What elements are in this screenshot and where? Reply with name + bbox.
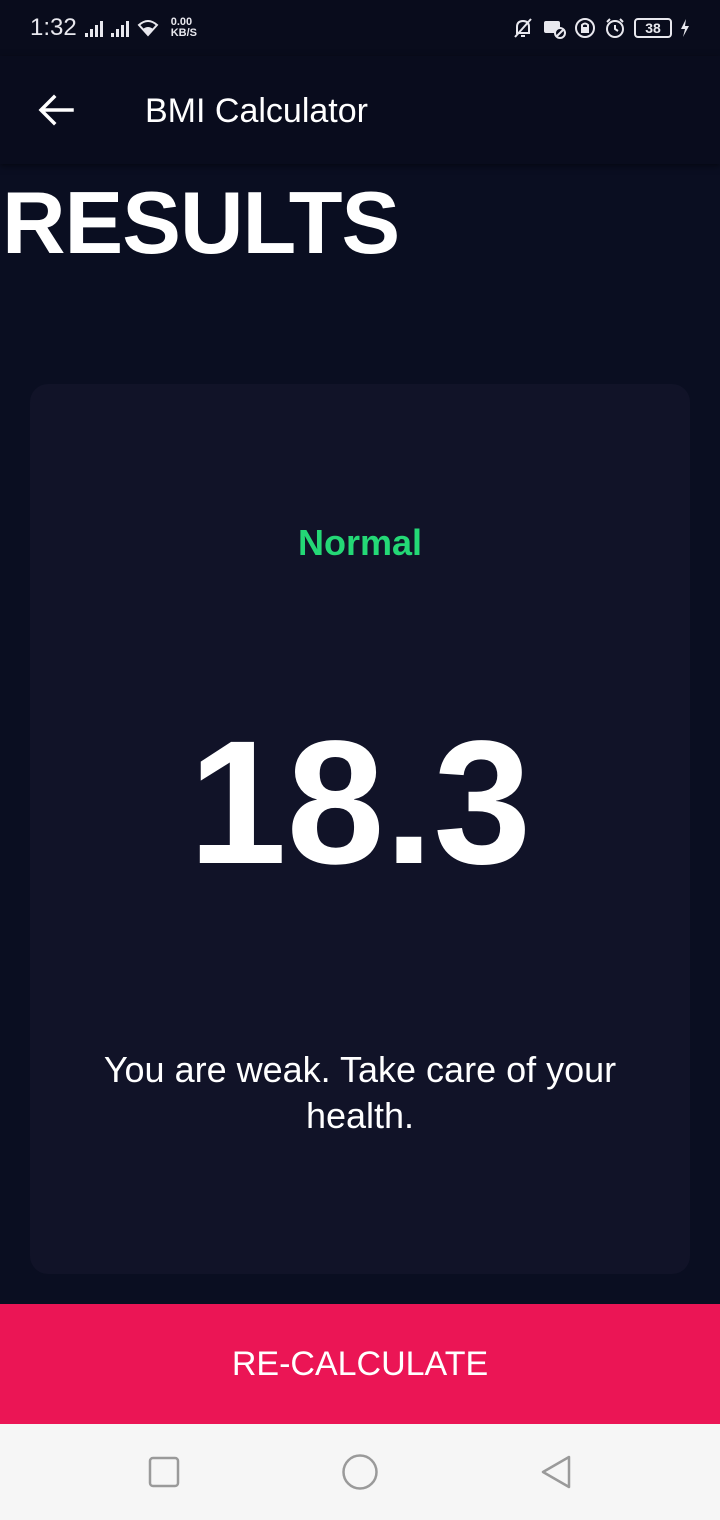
square-icon — [148, 1456, 180, 1488]
alarm-icon — [606, 18, 624, 38]
app-title: BMI Calculator — [145, 92, 368, 130]
recent-apps-button[interactable] — [144, 1452, 184, 1492]
triangle-back-icon — [541, 1455, 571, 1489]
wifi-icon — [137, 20, 159, 37]
circle-icon — [342, 1454, 378, 1490]
bmi-value: 18.3 — [188, 705, 532, 901]
bmi-status: Normal — [297, 522, 423, 563]
lock-rotation-icon — [575, 18, 595, 38]
bell-off-icon — [514, 18, 532, 38]
home-button[interactable] — [340, 1452, 380, 1492]
battery-icon: 38 — [634, 18, 672, 38]
status-right: 38 — [512, 17, 690, 39]
recalculate-label: RE-CALCULATE — [231, 1344, 489, 1383]
status-bar: 1:32 0.00 KB/S 38 — [0, 0, 720, 56]
bmi-message: You are weak. Take care of your health. — [103, 1049, 617, 1136]
network-speed-unit: KB/S — [170, 27, 197, 39]
back-nav-button[interactable] — [536, 1452, 576, 1492]
system-nav-bar — [0, 1424, 720, 1520]
status-left: 1:32 0.00 KB/S — [30, 14, 197, 42]
signal-icon — [84, 19, 103, 37]
arrow-back-icon — [38, 94, 74, 126]
recalculate-button[interactable]: RE-CALCULATE — [0, 1304, 720, 1424]
back-button[interactable] — [28, 82, 84, 138]
signal-icon — [110, 19, 129, 37]
page-title: RESULTS — [2, 173, 400, 272]
app-bar: BMI Calculator — [0, 56, 720, 164]
charging-icon — [681, 19, 689, 37]
network-speed: 0.00 KB/S — [171, 17, 197, 39]
status-time: 1:32 — [30, 14, 77, 41]
message-blocked-icon — [544, 21, 566, 39]
